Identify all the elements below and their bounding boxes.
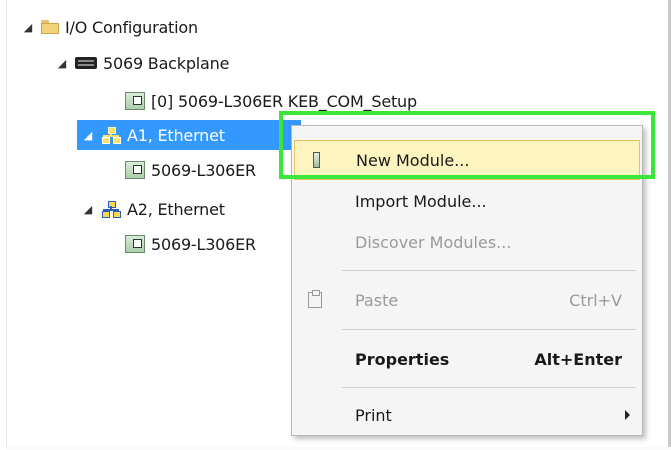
module-icon (125, 92, 145, 110)
menu-item-import-module[interactable]: Import Module... (294, 181, 640, 221)
menu-item-properties[interactable]: Properties Alt+Enter (294, 339, 640, 379)
tree-item-label: A2, Ethernet (127, 199, 225, 219)
tree-item-label: 5069 Backplane (103, 53, 230, 73)
menu-item-paste[interactable]: Paste Ctrl+V (294, 280, 640, 320)
tree-item-label: 5069-L306ER (151, 160, 256, 180)
menu-item-label: Discover Modules... (355, 232, 512, 252)
menu-item-print[interactable]: Print (294, 395, 640, 435)
ethernet-network-icon (101, 126, 121, 144)
tree-item-label: A1, Ethernet (127, 125, 225, 145)
tree-item-io-configuration[interactable]: ◢ I/O Configuration (21, 12, 198, 42)
tree-item-backplane[interactable]: ◢ 5069 Backplane (55, 48, 230, 78)
ethernet-network-icon (101, 200, 121, 218)
tree-item-a2-ethernet[interactable]: ◢ A2, Ethernet (81, 194, 225, 224)
expand-arrow-icon[interactable]: ◢ (81, 129, 95, 142)
tree-item-label: 5069-L306ER (151, 234, 256, 254)
tree-item-a1-module[interactable]: 5069-L306ER (125, 155, 256, 185)
expand-arrow-icon[interactable]: ◢ (81, 203, 95, 216)
menu-separator (342, 329, 636, 330)
menu-separator (342, 270, 636, 271)
menu-separator (342, 387, 636, 388)
menu-item-label: Import Module... (355, 191, 487, 211)
menu-item-label: New Module... (356, 150, 470, 170)
submenu-arrow-icon (625, 410, 630, 420)
tree-item-controller-module[interactable]: [0] 5069-L306ER KEB_COM_Setup (125, 86, 417, 116)
tree-item-label: [0] 5069-L306ER KEB_COM_Setup (151, 91, 417, 111)
menu-item-shortcut: Ctrl+V (569, 290, 622, 310)
expand-arrow-icon[interactable]: ◢ (55, 57, 69, 70)
module-icon (125, 235, 145, 253)
tree-item-label: I/O Configuration (65, 17, 198, 37)
menu-item-label: Paste (355, 290, 399, 310)
tree-item-a1-ethernet[interactable]: ◢ A1, Ethernet (77, 120, 301, 150)
expand-arrow-icon[interactable]: ◢ (21, 21, 35, 34)
menu-item-label: Properties (355, 349, 450, 369)
paste-icon (304, 289, 326, 311)
menu-item-discover-modules[interactable]: Discover Modules... (294, 222, 640, 262)
new-module-icon (305, 149, 327, 171)
menu-item-shortcut: Alt+Enter (534, 349, 622, 369)
module-icon (125, 161, 145, 179)
menu-item-new-module[interactable]: New Module... (294, 140, 640, 180)
menu-item-label: Print (355, 405, 392, 425)
context-menu: New Module... Import Module... Discover … (291, 125, 643, 436)
tree-item-a2-module[interactable]: 5069-L306ER (125, 229, 256, 259)
folder-icon (41, 20, 59, 34)
backplane-icon (75, 57, 97, 69)
